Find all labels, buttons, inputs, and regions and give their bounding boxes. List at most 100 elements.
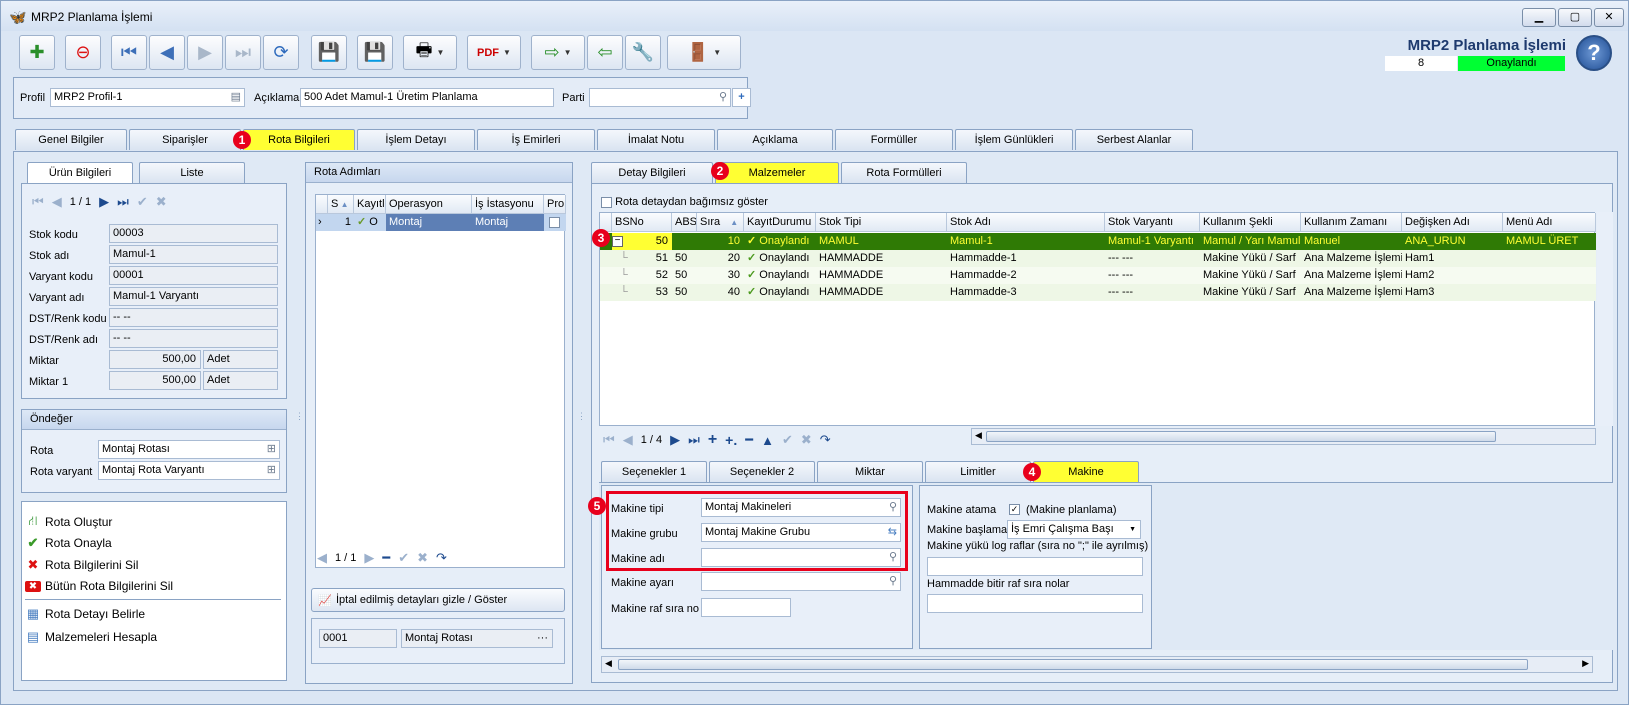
first-icon[interactable]: ⏮ [32, 194, 44, 210]
last-record-button[interactable]: ⏭ [225, 35, 261, 70]
scroll-left-icon[interactable]: ◀ [975, 430, 982, 441]
scroll-right-icon[interactable]: ▶ [1582, 658, 1589, 669]
last-icon[interactable]: ⏭ [688, 432, 700, 448]
delete-all-route-info-action[interactable]: ✖ Bütün Rota Bilgilerini Sil [25, 579, 173, 593]
route-name-field[interactable]: Montaj Rotası ··· [401, 629, 553, 648]
last-icon[interactable]: ⏭ [117, 194, 129, 210]
col-workstation-header[interactable]: İş İstasyonu [472, 195, 544, 214]
col-pro-header[interactable]: Pro [544, 195, 566, 214]
materials-horizontal-scrollbar[interactable]: ◀ [971, 428, 1596, 445]
tab-formulas[interactable]: Formüller [835, 129, 953, 150]
tab-general[interactable]: Genel Bilgiler [15, 129, 127, 150]
col-variable-name-header[interactable]: Değişken Adı [1402, 213, 1503, 232]
refresh-button[interactable]: ⟳ [263, 35, 299, 70]
define-route-detail-action[interactable]: ▦ Rota Detayı Belirle [25, 606, 145, 622]
detail-horizontal-scrollbar[interactable]: ◀ ▶ [601, 656, 1593, 673]
tab-route-formulas[interactable]: Rota Formülleri [841, 162, 967, 183]
col-usage-type-header[interactable]: Kullanım Şekli [1200, 213, 1301, 232]
collapse-icon[interactable]: − [612, 236, 623, 247]
next-record-button[interactable]: ▶ [187, 35, 223, 70]
minimize-button[interactable]: ▁ [1522, 8, 1556, 27]
tab-description[interactable]: Açıklama [717, 129, 833, 150]
tab-product-info[interactable]: Ürün Bilgileri [27, 162, 133, 183]
independent-checkbox[interactable]: Rota detaydan bağımsız göster [601, 196, 768, 208]
create-route-action[interactable]: ⛙ Rota Oluştur [25, 513, 112, 531]
tab-options-2[interactable]: Seçenekler 2 [709, 461, 815, 482]
col-menu-name-header[interactable]: Menü Adı [1503, 213, 1596, 232]
settings-button[interactable]: 🔧 [625, 35, 661, 70]
maximize-button[interactable]: ▢ [1558, 8, 1592, 27]
previous-icon[interactable]: ◀ [52, 194, 62, 210]
approve-route-action[interactable]: ✔ Rota Onayla [25, 535, 112, 551]
tab-machine[interactable]: Makine [1033, 461, 1139, 482]
tab-process-detail[interactable]: İşlem Detayı [357, 129, 475, 150]
col-seq-header[interactable]: S ▲ [328, 195, 354, 214]
toggle-cancelled-button[interactable]: 📈 İptal edilmiş detayları gizle / Göster [311, 588, 565, 612]
splitter-handle[interactable]: ⋮ [577, 411, 586, 422]
col-stock-name-header[interactable]: Stok Adı [947, 213, 1105, 232]
tab-work-orders[interactable]: İş Emirleri [477, 129, 595, 150]
confirm-icon[interactable]: ✔ [398, 550, 409, 566]
cancel-icon[interactable]: ✖ [417, 550, 428, 566]
cell-pro[interactable] [544, 214, 566, 231]
scroll-thumb[interactable] [986, 431, 1496, 442]
previous-icon[interactable]: ◀ [317, 550, 327, 566]
tab-route-info[interactable]: Rota Bilgileri [243, 129, 355, 150]
tab-manufacturing-note[interactable]: İmalat Notu [597, 129, 715, 150]
add-icon[interactable]: + [708, 431, 717, 449]
tab-free-fields[interactable]: Serbest Alanlar [1075, 129, 1193, 150]
col-usage-time-header[interactable]: Kullanım Zamanı [1301, 213, 1402, 232]
cancel-icon[interactable]: ✖ [156, 194, 167, 210]
previous-icon[interactable]: ◀ [623, 432, 633, 448]
cancel-icon[interactable]: ✖ [801, 432, 812, 448]
new-record-button[interactable]: ✚ [19, 35, 55, 70]
tab-options-1[interactable]: Seçenekler 1 [601, 461, 707, 482]
machine-shelf-field[interactable] [701, 598, 791, 617]
batch-field[interactable]: ⚲ [589, 88, 731, 107]
machine-start-select[interactable]: İş Emri Çalışma Başı ▼ [1007, 520, 1141, 539]
save-button[interactable]: 💾 [311, 35, 347, 70]
confirm-icon[interactable]: ✔ [782, 432, 793, 448]
tab-quantity[interactable]: Miktar [817, 461, 923, 482]
tab-process-logs[interactable]: İşlem Günlükleri [955, 129, 1073, 150]
print-button[interactable]: 🖶 ▼ [403, 35, 457, 70]
tab-materials[interactable]: Malzemeler [715, 162, 839, 183]
previous-record-button[interactable]: ◀ [149, 35, 185, 70]
add-child-icon[interactable]: +. [725, 432, 737, 448]
import-button[interactable]: ⇦ [587, 35, 623, 70]
tab-orders[interactable]: Siparişler [129, 129, 241, 150]
close-button[interactable]: ✕ [1594, 8, 1624, 27]
move-up-icon[interactable]: ▲ [761, 433, 774, 448]
col-stock-type-header[interactable]: Stok Tipi [816, 213, 947, 232]
delete-route-info-action[interactable]: ✖ Rota Bilgilerini Sil [25, 557, 139, 573]
splitter-handle[interactable]: ⋮ [295, 411, 304, 422]
raw-material-shelves-field[interactable] [927, 594, 1143, 613]
help-button[interactable]: ? [1576, 35, 1612, 71]
description-field[interactable]: 500 Adet Mamul-1 Üretim Planlama [300, 88, 554, 107]
col-operation-header[interactable]: Operasyon [386, 195, 472, 214]
col-bsno-header[interactable]: BSNo [612, 213, 672, 232]
confirm-icon[interactable]: ✔ [137, 194, 148, 210]
route-field[interactable]: Montaj Rotası ⊞ [98, 440, 280, 459]
col-stock-variant-header[interactable]: Stok Varyantı [1105, 213, 1200, 232]
machine-assign-checkbox[interactable]: ✓ [1009, 503, 1020, 515]
pdf-button[interactable]: PDF ▼ [467, 35, 521, 70]
remove-icon[interactable]: ━ [382, 550, 390, 566]
exit-button[interactable]: 🚪 ▼ [667, 35, 741, 70]
next-icon[interactable]: ▶ [670, 432, 680, 448]
cancel-save-button[interactable]: 💾 [357, 35, 393, 70]
load-log-shelves-field[interactable] [927, 557, 1143, 576]
first-icon[interactable]: ⏮ [603, 432, 615, 448]
col-abs-header[interactable]: ABS [672, 213, 697, 232]
export-button[interactable]: ⇨ ▼ [531, 35, 585, 70]
route-variant-field[interactable]: Montaj Rota Varyantı ⊞ [98, 461, 280, 480]
remove-icon[interactable]: ━ [745, 432, 753, 448]
col-status-header[interactable]: KayıtDurumu [744, 213, 816, 232]
first-record-button[interactable]: ⏮ [111, 35, 147, 70]
tab-list[interactable]: Liste [139, 162, 245, 183]
add-batch-button[interactable]: + [732, 88, 751, 107]
delete-record-button[interactable]: ⊖ [65, 35, 101, 70]
refresh-icon[interactable]: ↷ [436, 550, 447, 566]
next-icon[interactable]: ▶ [99, 194, 109, 210]
tab-detail-info[interactable]: Detay Bilgileri [591, 162, 713, 183]
